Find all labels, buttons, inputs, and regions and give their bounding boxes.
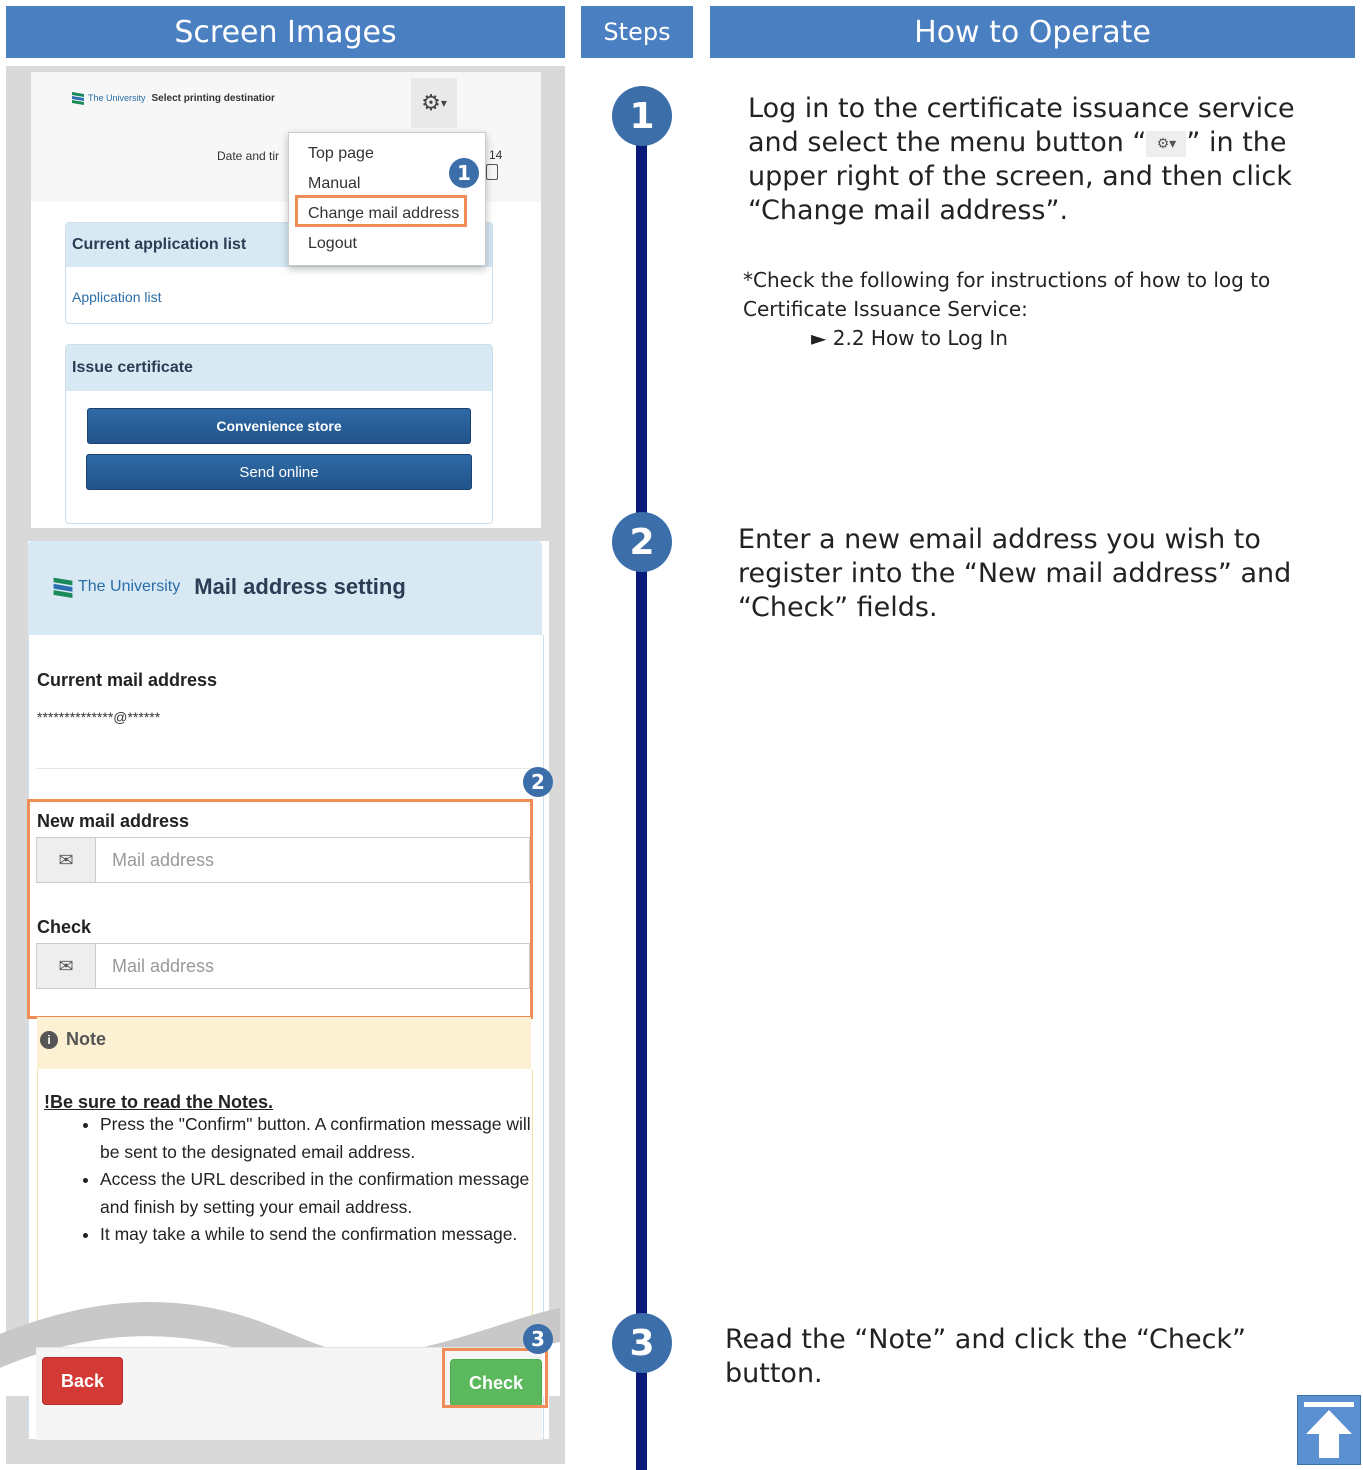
current-mail-value: **************@****** — [37, 709, 161, 725]
checkbox-fragment — [486, 164, 498, 180]
send-online-button[interactable]: Send online — [86, 454, 472, 490]
issue-certificate-heading: Issue certificate — [66, 345, 492, 391]
steps-timeline — [636, 120, 647, 1470]
notes-list: Press the "Confirm" button. A confirmati… — [54, 1111, 548, 1249]
logo-icon — [53, 577, 73, 598]
step-3-circle: 3 — [612, 1313, 672, 1373]
brand-text-2: The University — [78, 578, 181, 595]
step-1-note-line2: Certificate Issuance Service: — [743, 297, 1028, 321]
logo-icon — [72, 92, 84, 105]
badge-2: 2 — [523, 767, 553, 797]
brand-logo-2: The University Mail address setting — [52, 573, 406, 601]
note-title: i Note — [40, 1029, 106, 1050]
back-to-top-icon — [1304, 1402, 1354, 1458]
divider — [36, 768, 536, 769]
note-header — [37, 1017, 531, 1069]
page-title: Mail address setting — [194, 574, 406, 599]
step-1-instruction: Log in to the certificate issuance servi… — [748, 92, 1338, 228]
application-list-link[interactable]: Application list — [66, 267, 492, 305]
note-header-text: Note — [66, 1029, 106, 1049]
highlight-change-mail — [295, 195, 467, 227]
info-icon: i — [40, 1030, 58, 1049]
step-2-instruction: Enter a new email address you wish to re… — [738, 524, 1292, 623]
login-guide-link[interactable]: ► 2.2 How to Log In — [743, 324, 1363, 353]
highlight-mail-fields — [27, 799, 533, 1019]
back-button[interactable]: Back — [42, 1357, 123, 1405]
notes-title: !Be sure to read the Notes. — [44, 1092, 274, 1112]
note-item: Access the URL described in the confirma… — [100, 1166, 548, 1221]
header-how-to-operate: How to Operate — [710, 6, 1355, 58]
screenshot-top-page: The University Select printing destinati… — [31, 72, 541, 528]
menu-item-logout[interactable]: Logout — [289, 229, 485, 259]
gear-icon: ⚙ — [421, 90, 441, 115]
brand-logo: The University Select printing destinati… — [71, 90, 275, 106]
badge-1: 1 — [449, 158, 479, 188]
highlight-check-button — [442, 1348, 548, 1408]
caret-icon: ▾ — [440, 96, 447, 110]
date-label: Date and tir — [217, 149, 280, 163]
step-3-instruction: Read the “Note” and click the “Check” bu… — [725, 1324, 1247, 1389]
page-label: Select printing destinatior — [151, 92, 275, 104]
note-item: Press the "Confirm" button. A confirmati… — [100, 1111, 548, 1166]
brand-text: The University — [88, 93, 146, 103]
date-fragment: 14 — [489, 148, 503, 162]
back-to-top-button[interactable] — [1297, 1395, 1361, 1465]
note-item: It may take a while to send the confirma… — [100, 1221, 548, 1249]
convenience-store-button[interactable]: Convenience store — [87, 408, 471, 444]
header-steps: Steps — [581, 6, 693, 58]
step-1-circle: 1 — [612, 86, 672, 146]
header-screen-images: Screen Images — [6, 6, 565, 58]
screenshot-mail-address-setting: The University Mail address setting Curr… — [0, 541, 560, 1440]
settings-menu-button[interactable]: ⚙ ▾ — [411, 78, 457, 128]
gear-icon: ⚙▾ — [1146, 130, 1187, 157]
step-1-note: *Check the following for instructions of… — [743, 266, 1363, 353]
current-mail-label: Current mail address — [37, 670, 218, 690]
step-1-note-line1: *Check the following for instructions of… — [743, 268, 1271, 292]
badge-3: 3 — [523, 1324, 553, 1354]
step-2-circle: 2 — [612, 512, 672, 572]
